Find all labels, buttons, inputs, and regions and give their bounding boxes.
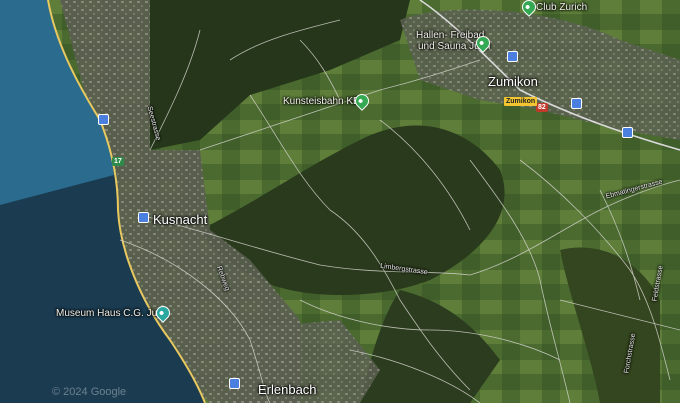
map-copyright: © 2024 Google: [52, 386, 127, 398]
transit-stop-icon[interactable]: [138, 212, 149, 223]
poi-label-golf[interactable]: Club Zurich: [536, 2, 587, 13]
poi-label-freibad-1[interactable]: Hallen- Freibad: [416, 30, 484, 41]
transit-stop-icon[interactable]: [507, 51, 518, 62]
town-sign-zumikon: Zumikon: [504, 97, 538, 106]
transit-stop-icon[interactable]: [229, 378, 240, 389]
satellite-imagery: [0, 0, 680, 403]
transit-stop-icon[interactable]: [622, 127, 633, 138]
place-label-zumikon[interactable]: Zumikon: [488, 74, 538, 89]
map-view[interactable]: Kusnacht Zumikon Erlenbach Museum Haus C…: [0, 0, 680, 403]
place-label-kusnacht[interactable]: Kusnacht: [153, 212, 207, 227]
place-label-erlenbach[interactable]: Erlenbach: [258, 382, 317, 397]
poi-label-museum[interactable]: Museum Haus C.G. Jung: [56, 308, 168, 319]
road-shield-17: 17: [112, 157, 124, 166]
transit-stop-icon[interactable]: [98, 114, 109, 125]
road-shield-82: 82: [536, 103, 548, 112]
transit-stop-icon[interactable]: [571, 98, 582, 109]
